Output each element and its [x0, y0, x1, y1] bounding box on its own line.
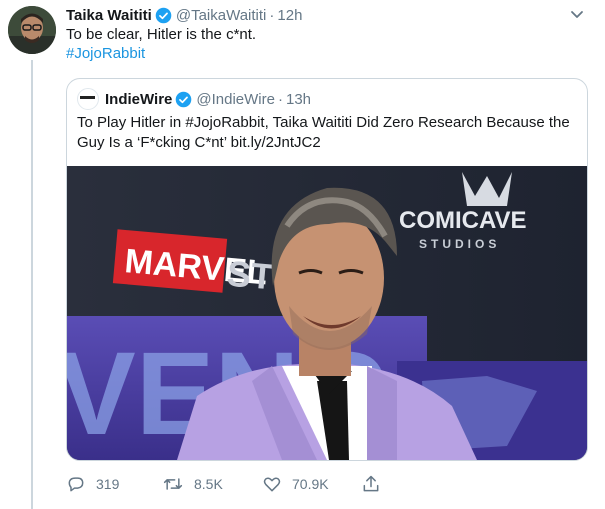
- verified-badge-icon: [155, 7, 172, 23]
- author-name[interactable]: Taika Waititi: [66, 7, 152, 24]
- hashtag-link[interactable]: #JojoRabbit: [66, 44, 145, 63]
- separator-dot: ·: [277, 90, 283, 108]
- quoted-tweet[interactable]: IndieWire @IndieWire · 13h To Play Hitle…: [66, 78, 588, 461]
- comicave-studios-text: STUDIOS: [419, 237, 500, 251]
- separator-dot: ·: [269, 6, 275, 24]
- author-handle[interactable]: @TaikaWaititi: [176, 7, 267, 24]
- retweet-icon: [163, 478, 183, 490]
- quoted-avatar[interactable]: [77, 88, 99, 110]
- like-count: 70.9K: [292, 476, 329, 492]
- tweet-header: Taika Waititi @TaikaWaititi · 12h: [66, 5, 302, 25]
- avatar[interactable]: [8, 6, 56, 54]
- chevron-down-icon[interactable]: [567, 6, 587, 24]
- quoted-tweet-text: To Play Hitler in #JojoRabbit, Taika Wai…: [77, 114, 570, 151]
- tweet: Taika Waititi @TaikaWaititi · 12h To be …: [0, 0, 605, 509]
- share-icon: [363, 475, 379, 492]
- tweet-text: To be clear, Hitler is the c*nt.: [66, 26, 257, 43]
- timestamp[interactable]: 12h: [277, 7, 302, 24]
- comicave-sign-text: COMICAVE: [399, 207, 527, 234]
- reply-count: 319: [96, 476, 120, 492]
- quoted-author-name[interactable]: IndieWire: [105, 91, 172, 108]
- avatar-image: [8, 6, 56, 54]
- reply-button[interactable]: 319: [66, 473, 119, 495]
- retweet-count: 8.5K: [194, 476, 223, 492]
- verified-badge-icon: [176, 91, 192, 107]
- thread-line: [31, 60, 33, 509]
- like-button[interactable]: 70.9K: [262, 473, 329, 495]
- quoted-timestamp[interactable]: 13h: [286, 91, 311, 108]
- reply-icon: [68, 477, 84, 492]
- share-button[interactable]: [361, 473, 391, 495]
- heart-icon: [263, 477, 281, 492]
- retweet-button[interactable]: 8.5K: [162, 473, 223, 495]
- quoted-tweet-header: IndieWire @IndieWire · 13h: [77, 88, 311, 110]
- quoted-author-handle[interactable]: @IndieWire: [196, 91, 275, 108]
- quoted-tweet-image[interactable]: VENG MARVEL STUDI COMICAVE STUDIOS: [67, 166, 587, 460]
